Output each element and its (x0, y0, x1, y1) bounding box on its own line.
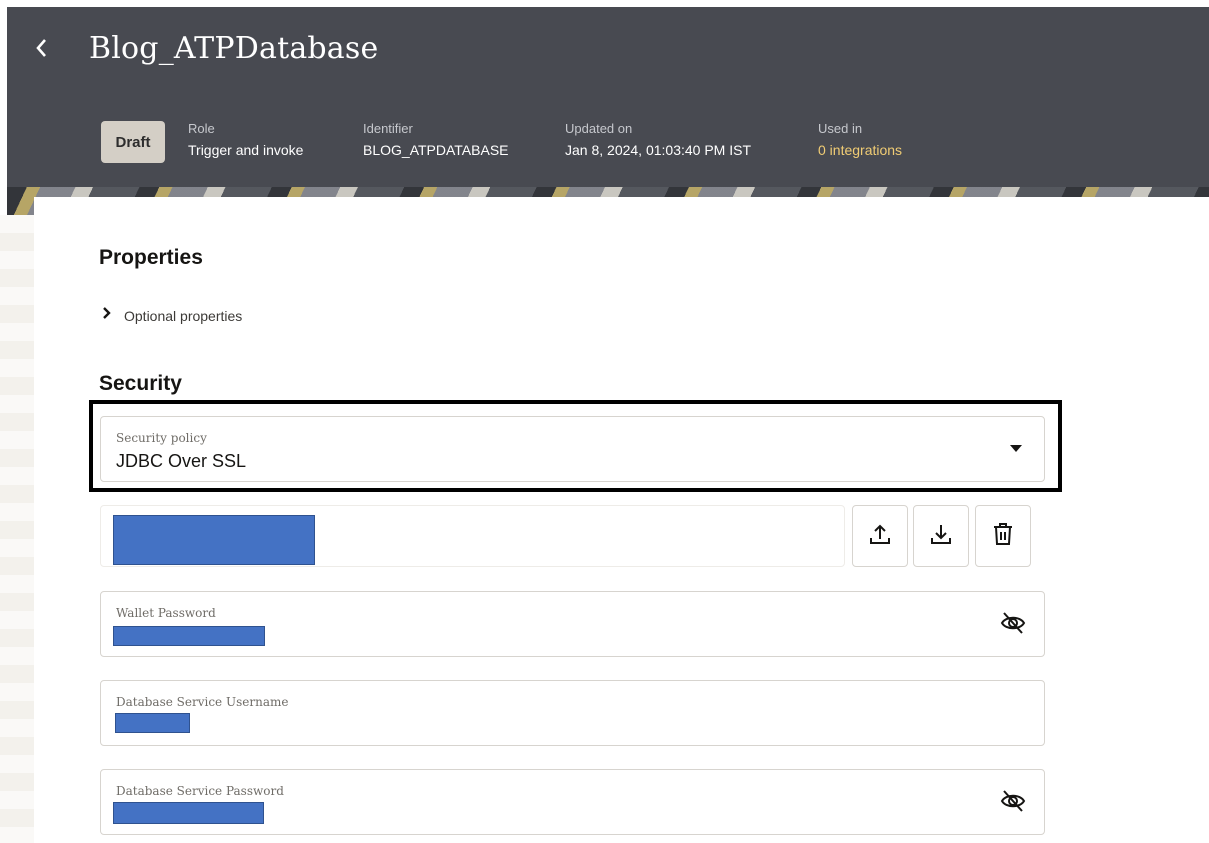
redacted-db-username (115, 713, 190, 733)
eye-slash-icon (999, 610, 1027, 641)
meta-label: Updated on (565, 121, 633, 136)
meta-label: Used in (818, 121, 863, 136)
optional-properties-label: Optional properties (124, 307, 243, 324)
page-header: Blog_ATPDatabase Draft Role Trigger and … (7, 7, 1209, 215)
chevron-right-icon (102, 306, 124, 325)
redacted-wallet-password (113, 626, 265, 646)
caret-down-icon (1010, 445, 1022, 452)
properties-heading: Properties (99, 246, 203, 269)
status-badge: Draft (101, 121, 165, 163)
page-title: Blog_ATPDatabase (89, 31, 379, 66)
wallet-file-field[interactable] (100, 505, 845, 567)
db-username-label: Database Service Username (116, 695, 289, 709)
download-icon (928, 521, 954, 552)
meta-value: BLOG_ATPDATABASE (363, 142, 509, 158)
meta-identifier: Identifier BLOG_ATPDATABASE (363, 121, 509, 158)
download-button[interactable] (913, 505, 969, 567)
meta-role: Role Trigger and invoke (188, 121, 303, 158)
back-button[interactable] (34, 37, 54, 61)
background-edge (0, 215, 34, 843)
security-heading: Security (99, 372, 182, 395)
meta-value: Trigger and invoke (188, 142, 304, 158)
security-policy-select[interactable]: Security policy JDBC Over SSL (100, 416, 1045, 482)
optional-properties-toggle[interactable]: Optional properties (102, 306, 242, 325)
security-policy-value: JDBC Over SSL (116, 451, 247, 471)
wallet-password-label: Wallet Password (116, 606, 216, 620)
delete-button[interactable] (975, 505, 1031, 567)
meta-updated: Updated on Jan 8, 2024, 01:03:40 PM IST (565, 121, 751, 158)
meta-label: Identifier (363, 121, 413, 136)
wallet-password-field[interactable]: Wallet Password (100, 591, 1045, 657)
meta-used-in: Used in 0 integrations (818, 121, 902, 158)
redacted-wallet-file (113, 515, 315, 565)
db-password-label: Database Service Password (116, 784, 284, 798)
meta-label: Role (188, 121, 215, 136)
db-username-field[interactable]: Database Service Username (100, 680, 1045, 746)
security-policy-label: Security policy (116, 431, 207, 445)
upload-icon (867, 521, 893, 552)
db-password-field[interactable]: Database Service Password (100, 769, 1045, 835)
toggle-password-visibility-button[interactable] (996, 608, 1030, 642)
upload-button[interactable] (852, 505, 908, 567)
redacted-db-password (113, 802, 264, 824)
chevron-left-icon (34, 38, 48, 65)
trash-icon (991, 521, 1015, 552)
meta-value: Jan 8, 2024, 01:03:40 PM IST (565, 142, 752, 158)
eye-slash-icon (999, 788, 1027, 819)
toggle-password-visibility-button[interactable] (996, 786, 1030, 820)
integrations-link[interactable]: 0 integrations (818, 142, 902, 158)
